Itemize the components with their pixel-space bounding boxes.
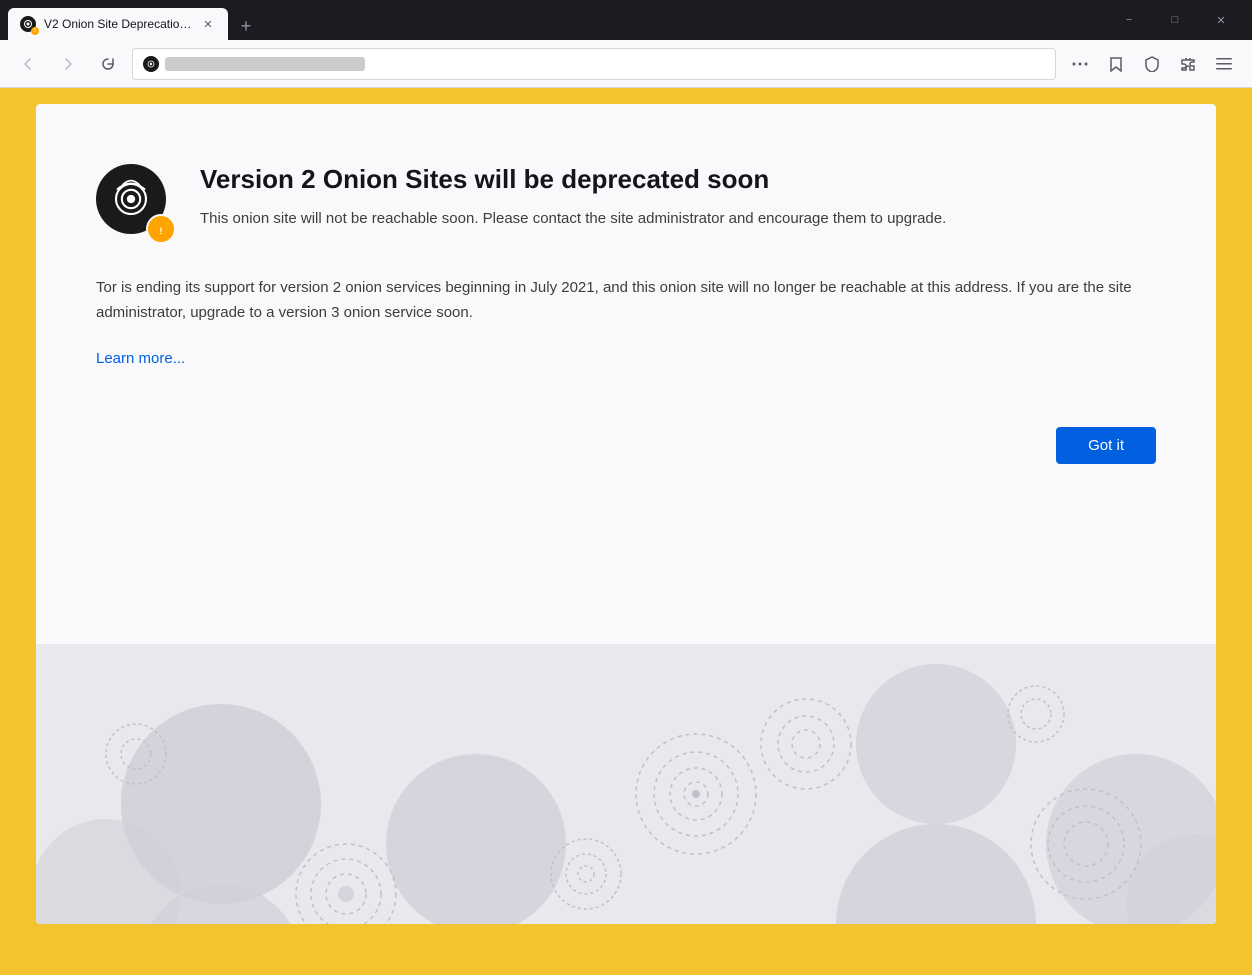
active-tab[interactable]: ! V2 Onion Site Deprecation Wa... ✕ bbox=[8, 8, 228, 40]
tab-close-button[interactable]: ✕ bbox=[200, 16, 216, 32]
more-button[interactable] bbox=[1064, 48, 1096, 80]
warning-card: ! Version 2 Onion Sites will be deprecat… bbox=[36, 104, 1216, 924]
menu-button[interactable] bbox=[1208, 48, 1240, 80]
decorative-section bbox=[36, 644, 1216, 924]
bookmark-button[interactable] bbox=[1100, 48, 1132, 80]
address-text bbox=[165, 57, 365, 71]
window-controls: − □ ✕ bbox=[1106, 0, 1244, 40]
learn-more-link[interactable]: Learn more... bbox=[96, 350, 185, 367]
close-button[interactable]: ✕ bbox=[1198, 0, 1244, 40]
minimize-button[interactable]: − bbox=[1106, 0, 1152, 40]
page-content: ! Version 2 Onion Sites will be deprecat… bbox=[0, 88, 1252, 975]
header-text: Version 2 Onion Sites will be deprecated… bbox=[200, 164, 1156, 231]
new-tab-button[interactable]: + bbox=[232, 12, 260, 40]
address-favicon bbox=[143, 56, 159, 72]
back-button[interactable] bbox=[12, 48, 44, 80]
tab-bar: ! V2 Onion Site Deprecation Wa... ✕ + bbox=[8, 0, 1100, 40]
tab-title: V2 Onion Site Deprecation Wa... bbox=[44, 17, 192, 31]
header-section: ! Version 2 Onion Sites will be deprecat… bbox=[96, 164, 1156, 244]
icon-wrapper: ! bbox=[96, 164, 176, 244]
tab-favicon: ! bbox=[20, 16, 36, 32]
maximize-button[interactable]: □ bbox=[1152, 0, 1198, 40]
button-row: Got it bbox=[96, 427, 1156, 464]
subtitle-text: This onion site will not be reachable so… bbox=[200, 207, 1156, 231]
reload-button[interactable] bbox=[92, 48, 124, 80]
forward-button[interactable] bbox=[52, 48, 84, 80]
main-title: Version 2 Onion Sites will be deprecated… bbox=[200, 164, 1156, 195]
warning-badge: ! bbox=[146, 214, 176, 244]
address-bar[interactable] bbox=[132, 48, 1056, 80]
extensions-button[interactable] bbox=[1172, 48, 1204, 80]
toolbar-icons bbox=[1064, 48, 1240, 80]
body-text: Tor is ending its support for version 2 … bbox=[96, 276, 1156, 326]
card-body: ! Version 2 Onion Sites will be deprecat… bbox=[36, 104, 1216, 644]
shield-button[interactable] bbox=[1136, 48, 1168, 80]
got-it-button[interactable]: Got it bbox=[1056, 427, 1156, 464]
navigation-bar bbox=[0, 40, 1252, 88]
svg-text:!: ! bbox=[160, 226, 163, 236]
title-bar: ! V2 Onion Site Deprecation Wa... ✕ + − … bbox=[0, 0, 1252, 40]
